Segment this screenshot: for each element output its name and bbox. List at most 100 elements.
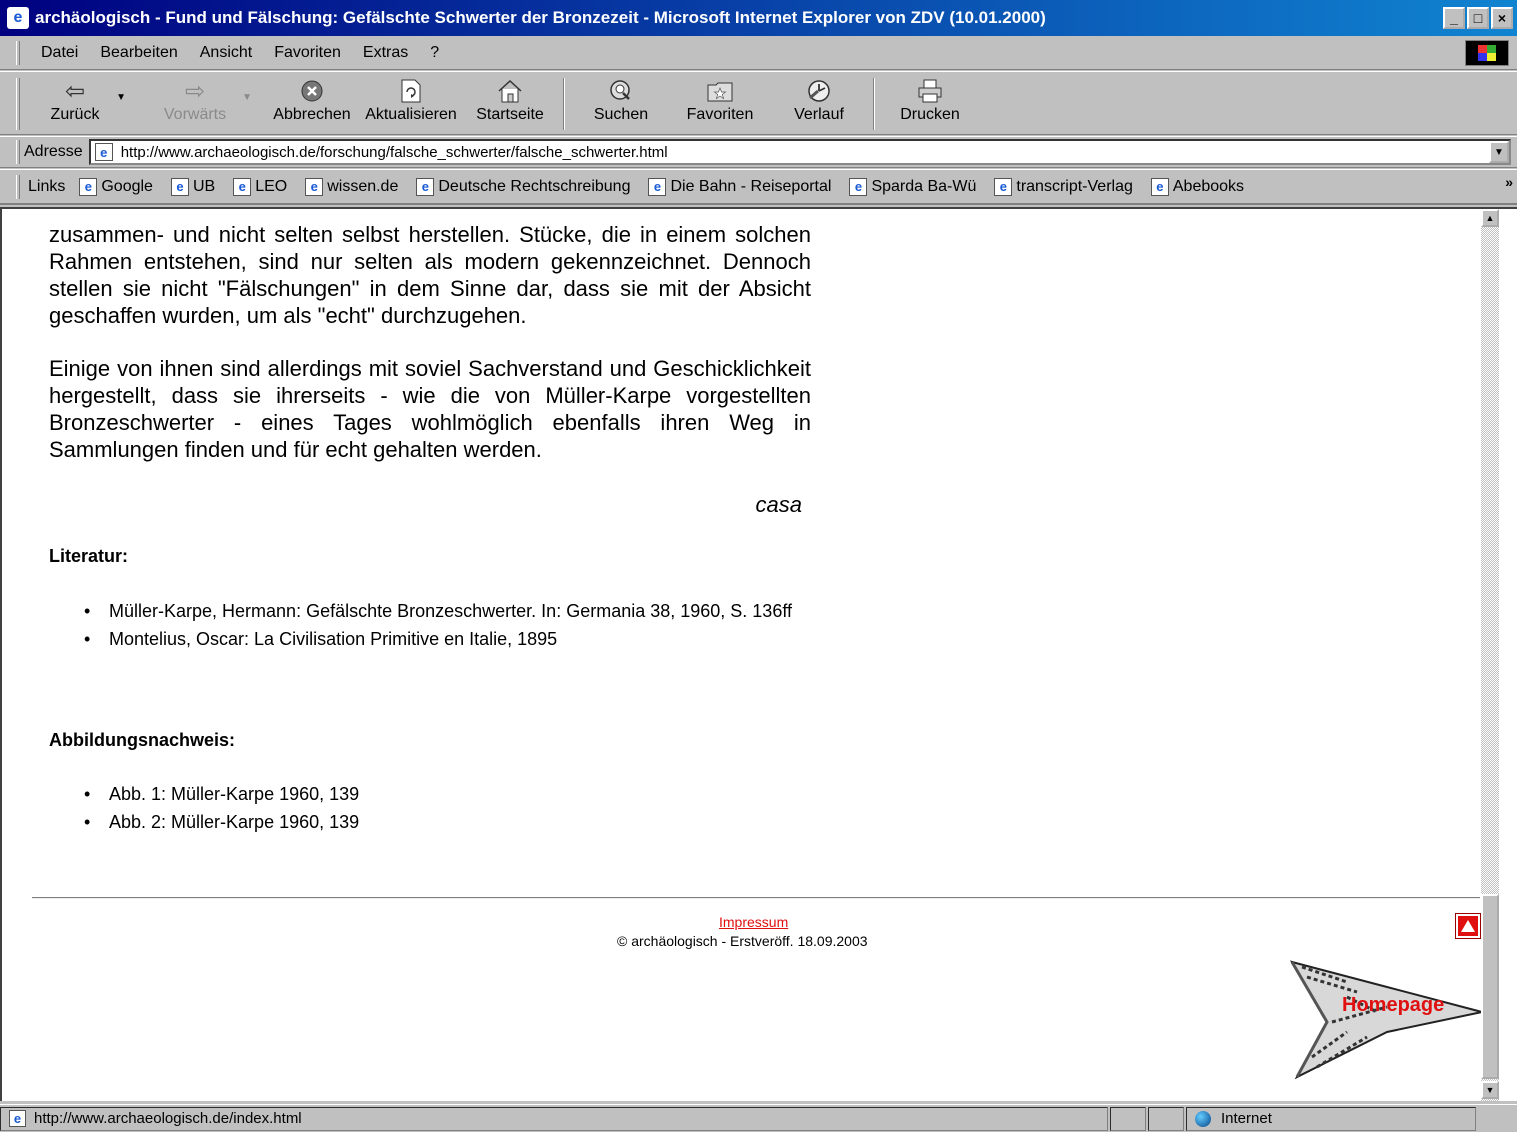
title-bar: e archäologisch - Fund und Fälschung: Ge… bbox=[0, 0, 1517, 36]
ie-page-icon: e bbox=[416, 177, 435, 196]
link-label: Deutsche Rechtschreibung bbox=[438, 177, 631, 195]
status-pane bbox=[1148, 1106, 1184, 1131]
back-button[interactable]: ⇦ Zurück ▼ bbox=[46, 76, 126, 132]
toolbar-grip[interactable] bbox=[16, 78, 20, 130]
menu-ansicht[interactable]: Ansicht bbox=[189, 44, 263, 62]
search-button[interactable]: Suchen bbox=[588, 76, 654, 132]
article-paragraph: Einige von ihnen sind allerdings mit sov… bbox=[49, 356, 811, 462]
forward-button[interactable]: ⇨ Vorwärts ▼ bbox=[160, 76, 252, 132]
literature-list: Müller-Karpe, Hermann: Gefälschte Bronze… bbox=[82, 598, 822, 654]
ie-page-icon: e bbox=[648, 177, 667, 196]
close-button[interactable]: × bbox=[1491, 7, 1513, 29]
menu-favoriten[interactable]: Favoriten bbox=[263, 44, 352, 62]
address-input[interactable]: e http://www.archaeologisch.de/forschung… bbox=[88, 139, 1511, 165]
ie-page-icon: e bbox=[79, 177, 98, 196]
link-label: wissen.de bbox=[327, 177, 399, 195]
link-google[interactable]: e Google bbox=[79, 177, 153, 196]
windows-logo-throbber bbox=[1465, 40, 1509, 66]
link-transcript[interactable]: e transcript-Verlag bbox=[994, 177, 1133, 196]
link-label: Sparda Ba-Wü bbox=[871, 177, 977, 195]
scroll-down-arrow-icon[interactable]: ▼ bbox=[1481, 1081, 1499, 1099]
links-label[interactable]: Links bbox=[28, 178, 65, 196]
back-arrow-icon: ⇦ bbox=[64, 77, 86, 105]
ie-page-icon: e bbox=[1150, 177, 1169, 196]
windows-flag-icon bbox=[1478, 45, 1496, 61]
link-ub[interactable]: e UB bbox=[170, 177, 215, 196]
menu-help[interactable]: ? bbox=[419, 44, 450, 62]
link-label: Abebooks bbox=[1172, 177, 1245, 195]
link-label: transcript-Verlag bbox=[1016, 177, 1133, 195]
scroll-up-arrow-icon[interactable]: ▲ bbox=[1481, 209, 1499, 227]
homepage-arrowhead-icon[interactable] bbox=[1287, 957, 1487, 1082]
home-label: Startseite bbox=[476, 106, 544, 123]
vertical-scrollbar[interactable]: ▲ ▼ bbox=[1481, 209, 1499, 1101]
scroll-thumb[interactable] bbox=[1481, 894, 1499, 1079]
link-leo[interactable]: e LEO bbox=[233, 177, 288, 196]
maximize-button[interactable]: □ bbox=[1467, 7, 1489, 29]
back-label: Zurück bbox=[50, 106, 100, 123]
refresh-icon bbox=[400, 76, 422, 106]
home-icon bbox=[496, 76, 524, 106]
window-controls: _ □ × bbox=[1443, 7, 1513, 29]
ie-page-icon: e bbox=[305, 177, 324, 196]
link-label: Google bbox=[101, 177, 153, 195]
history-clock-icon bbox=[806, 76, 832, 106]
stop-label: Abbrechen bbox=[273, 106, 351, 123]
back-to-top-icon[interactable] bbox=[1456, 914, 1480, 938]
address-dropdown-icon[interactable]: ▼ bbox=[1489, 141, 1509, 163]
print-label: Drucken bbox=[900, 106, 960, 123]
ie-page-icon: e bbox=[9, 1110, 26, 1127]
page-viewport: zusammen- und nicht selten selbst herste… bbox=[0, 207, 1517, 1101]
ie-page-icon: e bbox=[849, 177, 868, 196]
toolbar-separator bbox=[873, 78, 875, 130]
menu-extras[interactable]: Extras bbox=[352, 44, 419, 62]
favorites-label: Favoriten bbox=[686, 106, 754, 123]
links-grip[interactable] bbox=[16, 174, 20, 199]
status-bar: e http://www.archaeologisch.de/index.htm… bbox=[0, 1104, 1517, 1132]
search-icon bbox=[608, 76, 634, 106]
printer-icon bbox=[916, 76, 944, 106]
impressum-link[interactable]: Impressum bbox=[719, 914, 788, 930]
link-abebooks[interactable]: e Abebooks bbox=[1150, 177, 1245, 196]
favorites-button[interactable]: Favoriten bbox=[684, 76, 756, 132]
address-grip[interactable] bbox=[16, 140, 20, 164]
refresh-label: Aktualisieren bbox=[365, 106, 457, 123]
stop-button[interactable]: Abbrechen bbox=[270, 76, 354, 132]
list-item: Montelius, Oscar: La Civilisation Primit… bbox=[82, 626, 822, 652]
home-button[interactable]: Startseite bbox=[474, 76, 546, 132]
back-dropdown-icon[interactable]: ▼ bbox=[116, 92, 126, 103]
stop-icon bbox=[300, 76, 324, 106]
ie-app-icon[interactable]: e bbox=[7, 7, 29, 29]
link-bahn[interactable]: e Die Bahn - Reiseportal bbox=[648, 177, 831, 196]
minimize-button[interactable]: _ bbox=[1443, 7, 1465, 29]
page-icon: e bbox=[94, 143, 113, 161]
menu-bearbeiten[interactable]: Bearbeiten bbox=[89, 44, 188, 62]
refresh-button[interactable]: Aktualisieren bbox=[364, 76, 458, 132]
ie-page-icon: e bbox=[233, 177, 252, 196]
security-zone-pane: Internet bbox=[1186, 1106, 1476, 1131]
ie-page-icon: e bbox=[994, 177, 1013, 196]
globe-icon bbox=[1195, 1110, 1211, 1127]
history-button[interactable]: Verlauf bbox=[790, 76, 848, 132]
link-wissen[interactable]: e wissen.de bbox=[305, 177, 399, 196]
homepage-link-label[interactable]: Homepage bbox=[1342, 994, 1444, 1017]
copyright-text: © archäologisch - Erstveröff. 18.09.2003 bbox=[617, 933, 868, 949]
link-rechtschreibung[interactable]: e Deutsche Rechtschreibung bbox=[416, 177, 631, 196]
print-button[interactable]: Drucken bbox=[896, 76, 964, 132]
list-item: Abb. 2: Müller-Karpe 1960, 139 bbox=[82, 809, 822, 835]
menu-grip[interactable] bbox=[16, 40, 20, 65]
standard-toolbar: ⇦ Zurück ▼ ⇨ Vorwärts ▼ Abbrechen Aktual… bbox=[0, 71, 1517, 135]
favorites-folder-icon bbox=[706, 76, 734, 106]
status-pane bbox=[1110, 1106, 1146, 1131]
link-label: LEO bbox=[255, 177, 288, 195]
list-item: Müller-Karpe, Hermann: Gefälschte Bronze… bbox=[82, 598, 822, 624]
status-url: http://www.archaeologisch.de/index.html bbox=[34, 1110, 302, 1127]
link-sparda[interactable]: e Sparda Ba-Wü bbox=[849, 177, 977, 196]
links-more-chevron-icon[interactable]: » bbox=[1505, 174, 1513, 190]
forward-dropdown-icon[interactable]: ▼ bbox=[242, 92, 252, 103]
menu-datei[interactable]: Datei bbox=[30, 44, 89, 62]
address-url[interactable]: http://www.archaeologisch.de/forschung/f… bbox=[121, 144, 668, 161]
menu-bar: Datei Bearbeiten Ansicht Favoriten Extra… bbox=[0, 36, 1517, 70]
links-bar: Links e Google e UB e LEO e wissen.de e Deuts… bbox=[0, 169, 1517, 205]
address-bar: Adresse e http://www.archaeologisch.de/f… bbox=[0, 136, 1517, 168]
